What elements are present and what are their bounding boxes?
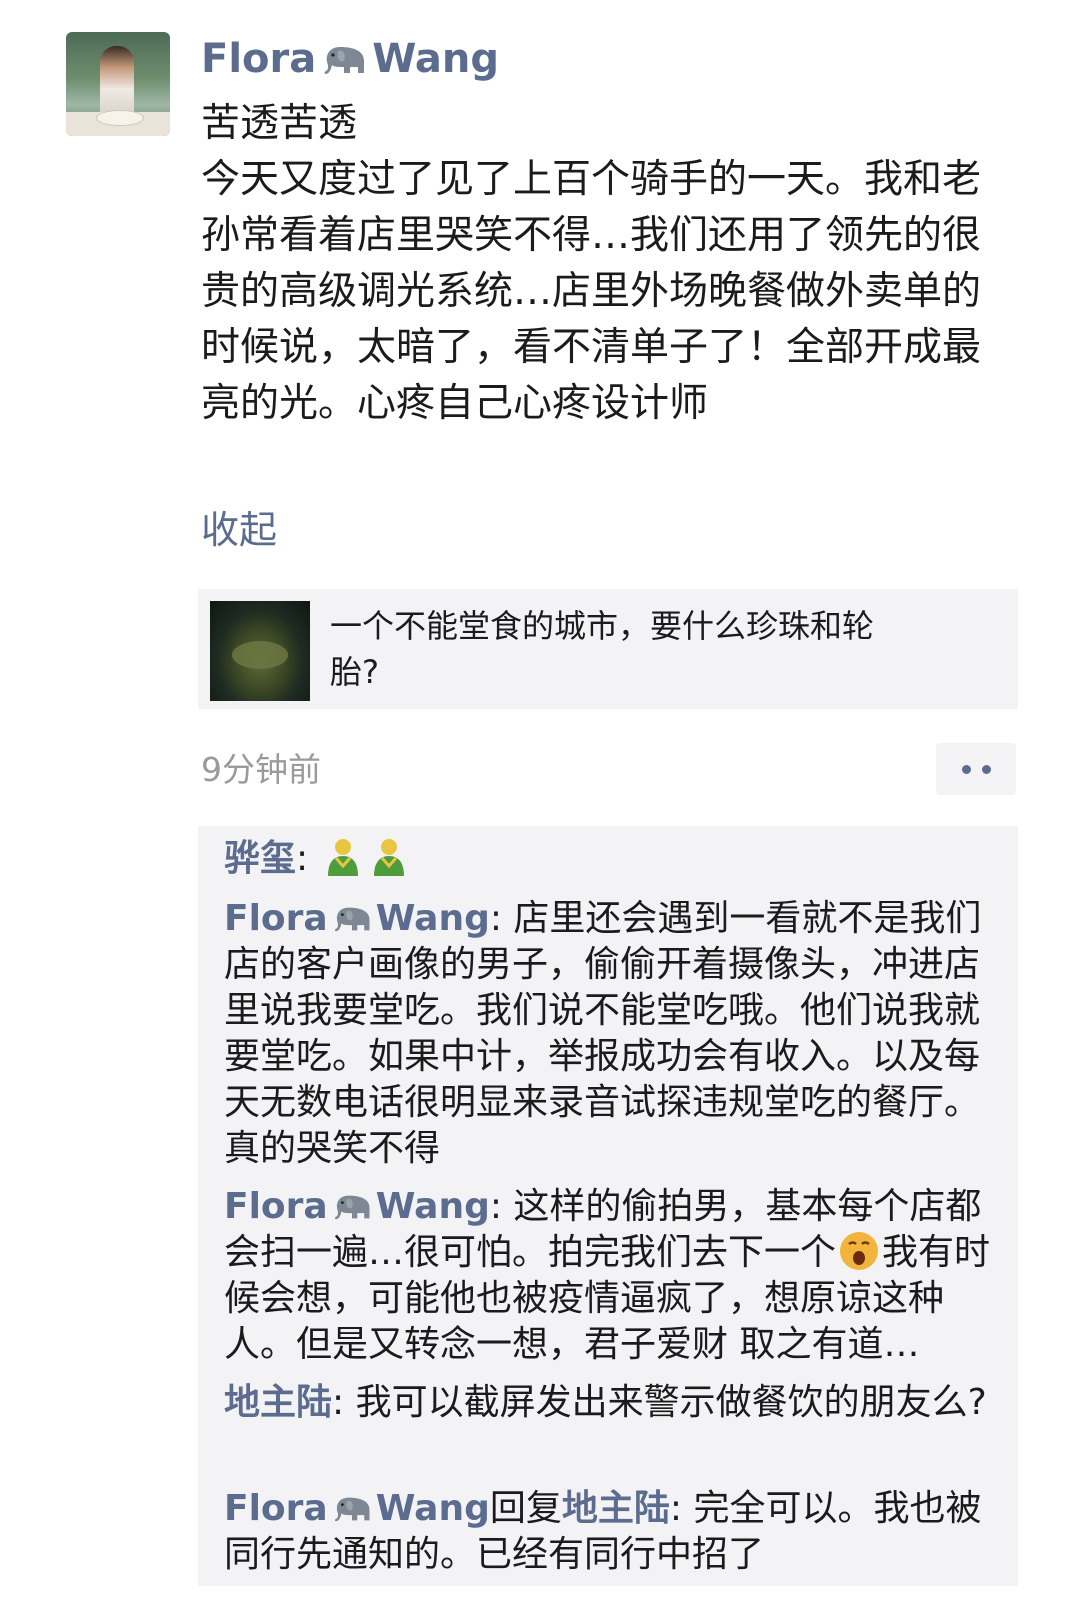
post-paragraph-1: 苦透苦透: [201, 101, 358, 146]
comment-text: 我可以截屏发出来警示做餐饮的朋友么?: [355, 1382, 987, 1423]
avatar-plate: [96, 110, 144, 126]
comment-username-last: Wang: [375, 1186, 490, 1227]
comment-username[interactable]: Flora Wang: [224, 1186, 490, 1227]
comment-username[interactable]: Flora Wang: [224, 1488, 490, 1529]
comment-username-first: Flora: [224, 898, 328, 939]
link-title: 一个不能堂食的城市，要什么珍珠和轮胎?: [330, 607, 875, 691]
comment-colon: :: [489, 898, 514, 939]
post-paragraph-2: 今天又度过了见了上百个骑手的一天。我和老孙常看着店里哭笑不得…我们还用了领先的很…: [201, 157, 982, 426]
comment-username-first: Flora: [224, 1186, 328, 1227]
author-name[interactable]: Flora Wang: [201, 34, 499, 84]
comment-username[interactable]: 骅玺: [224, 838, 296, 879]
more-actions-button[interactable]: [936, 743, 1016, 795]
comment-item[interactable]: Flora Wang回复地主陆: 完全可以。我也被同行先通知的。已经有同行中招了: [224, 1486, 1002, 1578]
avatar-person-figure: [100, 46, 134, 118]
comment-username-last: Wang: [375, 898, 490, 939]
comment-username-first: Flora: [224, 1488, 328, 1529]
person-icon: [368, 836, 410, 878]
comment-item[interactable]: Flora Wang: 店里还会遇到一看就不是我们店的客户画像的男子，偷偷开着摄像…: [224, 896, 1002, 1172]
author-avatar[interactable]: [66, 32, 170, 136]
comments-panel: 骅玺: Flora Wang: 店里还会遇到一看就不是我们店的客户画像的男子，偷偷…: [198, 826, 1018, 1586]
comment-item[interactable]: Flora Wang: 这样的偷拍男，基本每个店都会扫一遍…很可怕。拍完我们去下一…: [224, 1184, 1002, 1368]
author-name-first: Flora: [201, 36, 317, 82]
more-dot-icon: [961, 764, 971, 774]
person-icon: [322, 836, 364, 878]
shared-link-card[interactable]: 一个不能堂食的城市，要什么珍珠和轮胎?: [198, 589, 1018, 709]
reply-word: 回复: [489, 1488, 562, 1529]
yawning-face-icon: [838, 1230, 880, 1272]
more-dot-icon: [981, 764, 991, 774]
comment-item[interactable]: 地主陆: 我可以截屏发出来警示做餐饮的朋友么?: [224, 1380, 1002, 1426]
comment-colon: :: [669, 1488, 694, 1529]
comment-colon: :: [489, 1186, 514, 1227]
elephant-icon: [331, 1192, 373, 1222]
comment-username-last: Wang: [375, 1488, 490, 1529]
post-body: 苦透苦透 今天又度过了见了上百个骑手的一天。我和老孙常看着店里哭笑不得…我们还用…: [201, 96, 1001, 432]
collapse-link[interactable]: 收起: [201, 505, 277, 555]
author-name-last: Wang: [372, 36, 500, 82]
comment-colon: :: [296, 838, 320, 879]
comment-username[interactable]: 地主陆: [224, 1382, 332, 1423]
link-thumbnail: [210, 601, 310, 701]
elephant-icon: [331, 1494, 373, 1524]
comment-colon: :: [332, 1382, 356, 1423]
comment-username[interactable]: Flora Wang: [224, 898, 490, 939]
comment-item[interactable]: 骅玺:: [224, 836, 1002, 882]
post-timestamp: 9分钟前: [201, 750, 321, 789]
reply-to-username[interactable]: 地主陆: [562, 1488, 670, 1529]
elephant-icon: [320, 43, 368, 77]
elephant-icon: [331, 904, 373, 934]
